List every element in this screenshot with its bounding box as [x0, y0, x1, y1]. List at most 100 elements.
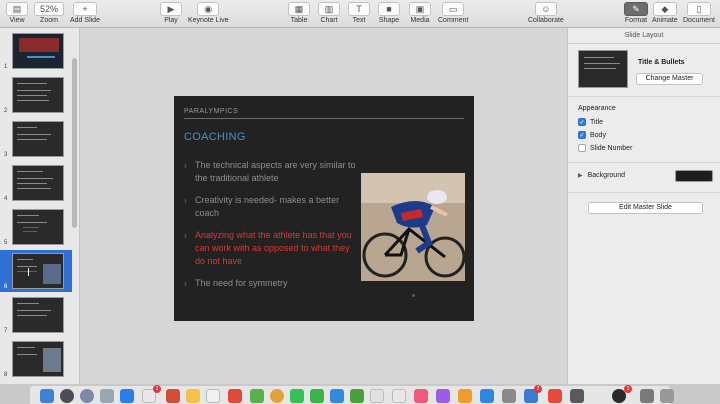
format-button[interactable]: ✎ Format: [624, 2, 648, 24]
bullet-list[interactable]: › The technical aspects are very similar…: [184, 159, 356, 299]
launchpad-icon[interactable]: [60, 389, 74, 403]
maps-icon[interactable]: [250, 389, 264, 403]
keynote-icon[interactable]: [330, 389, 344, 403]
slide-kicker[interactable]: PARALYMPICS: [184, 108, 238, 115]
app-store-alt-icon[interactable]: [480, 389, 494, 403]
reminders-icon[interactable]: [206, 389, 220, 403]
slide-navigator: 1 2 3 4 5 6 7 8: [0, 28, 80, 384]
title-checkbox[interactable]: ✓ Title: [578, 118, 603, 126]
notification-badge: 2: [534, 385, 542, 393]
slide-thumbnail[interactable]: 4: [0, 162, 72, 204]
trash-icon[interactable]: [660, 389, 674, 403]
table-button[interactable]: ▦ Table: [288, 2, 310, 24]
slide-preview: [12, 209, 64, 245]
play-icon: ▶: [160, 2, 182, 16]
checkmark-icon: ✓: [578, 118, 586, 126]
toolbar: ▤ View 52% Zoom + Add Slide ▶ Play ◉ Key…: [0, 0, 720, 28]
notification-badge: 1: [624, 385, 632, 393]
app-store-icon[interactable]: [120, 389, 134, 403]
layout-thumbnail[interactable]: [578, 50, 628, 88]
bullet-arrow-icon: ›: [184, 279, 187, 288]
cyclist-photo[interactable]: [361, 173, 465, 281]
table-icon: ▦: [288, 2, 310, 16]
finder-icon[interactable]: [40, 389, 54, 403]
slide-thumbnail[interactable]: 7: [0, 294, 72, 336]
shape-button[interactable]: ■ Shape: [378, 2, 400, 24]
chart-icon: ▥: [318, 2, 340, 16]
layout-name: Title & Bullets: [638, 59, 685, 66]
media-button[interactable]: ▣ Media: [409, 2, 431, 24]
document-button[interactable]: ▯ Document: [683, 2, 715, 24]
slide-thumbnail-selected[interactable]: 6: [0, 250, 72, 292]
bullet-item: › The need for symmetry: [184, 278, 288, 288]
animate-icon: ◆: [652, 2, 677, 16]
navigator-scrollbar[interactable]: [72, 58, 77, 228]
dock: 1 2 1: [0, 384, 720, 404]
document-icon: ▯: [686, 2, 711, 16]
edit-master-slide-button[interactable]: Edit Master Slide: [588, 202, 703, 214]
slide-preview: [12, 33, 64, 69]
notes-icon[interactable]: [186, 389, 200, 403]
bullet-item-highlighted: › Analyzing what the athlete has that yo…: [184, 230, 352, 266]
downloads-icon[interactable]: [640, 389, 654, 403]
itunes-icon[interactable]: [392, 389, 406, 403]
slide-preview: [12, 341, 64, 377]
checkmark-icon: ✓: [578, 131, 586, 139]
play-button[interactable]: ▶ Play: [160, 2, 182, 24]
bullet-arrow-icon: ›: [184, 196, 187, 205]
text-button[interactable]: T Text: [348, 2, 370, 24]
team-photo: [19, 38, 59, 52]
slide[interactable]: PARALYMPICS COACHING › The technical asp…: [174, 96, 474, 321]
app-icon[interactable]: [548, 389, 562, 403]
mail-icon[interactable]: [100, 389, 114, 403]
slide-number-checkbox[interactable]: Slide Number: [578, 144, 632, 152]
keynote-live-button[interactable]: ◉ Keynote Live: [188, 2, 228, 24]
music-icon[interactable]: [414, 389, 428, 403]
slide-title[interactable]: COACHING: [184, 131, 246, 143]
system-preferences-icon[interactable]: [502, 389, 516, 403]
slide-thumbnail[interactable]: 3: [0, 118, 72, 160]
media-icon: ▣: [409, 2, 431, 16]
view-icon: ▤: [6, 2, 28, 16]
inspector-title: Slide Layout: [568, 28, 720, 44]
slide-preview: [12, 165, 64, 201]
comment-button[interactable]: ▭ Comment: [438, 2, 468, 24]
slide-number-dot: [412, 294, 415, 297]
body-checkbox[interactable]: ✓ Body: [578, 131, 606, 139]
calendar-date-icon[interactable]: [228, 389, 242, 403]
paintbrush-icon: ✎: [624, 2, 648, 16]
divider: [568, 192, 720, 193]
zoom-popup[interactable]: 52% Zoom: [34, 2, 64, 24]
safari-icon[interactable]: [80, 389, 94, 403]
plus-icon: +: [72, 2, 97, 16]
cyclist-illustration: [361, 173, 465, 281]
calendar-icon[interactable]: [166, 389, 180, 403]
messages-icon[interactable]: [290, 389, 304, 403]
add-slide-button[interactable]: + Add Slide: [70, 2, 100, 24]
chart-button[interactable]: ▥ Chart: [318, 2, 340, 24]
pages-icon[interactable]: [370, 389, 384, 403]
books-icon[interactable]: [458, 389, 472, 403]
slide-thumbnail[interactable]: 1: [0, 30, 72, 72]
notification-badge: 1: [153, 385, 161, 393]
slide-thumbnail[interactable]: 5: [0, 206, 72, 248]
numbers-icon[interactable]: [350, 389, 364, 403]
bullet-arrow-icon: ›: [184, 161, 187, 170]
slide-preview: [12, 253, 64, 289]
change-master-button[interactable]: Change Master: [636, 73, 703, 85]
view-button[interactable]: ▤ View: [6, 2, 28, 24]
background-disclosure[interactable]: ▶ Background: [578, 172, 625, 179]
photos-icon[interactable]: [270, 389, 284, 403]
podcasts-icon[interactable]: [436, 389, 450, 403]
slide-preview: [12, 297, 64, 333]
background-color-well[interactable]: [675, 170, 713, 182]
photo-preview: [43, 264, 61, 284]
animate-button[interactable]: ◆ Animate: [652, 2, 678, 24]
app-icon[interactable]: [570, 389, 584, 403]
facetime-icon[interactable]: [310, 389, 324, 403]
slide-thumbnail[interactable]: 2: [0, 74, 72, 116]
slide-thumbnail[interactable]: 8: [0, 338, 72, 380]
keynote-live-icon: ◉: [197, 2, 220, 16]
divider: [568, 96, 720, 97]
collaborate-button[interactable]: ☺ Collaborate: [528, 2, 564, 24]
